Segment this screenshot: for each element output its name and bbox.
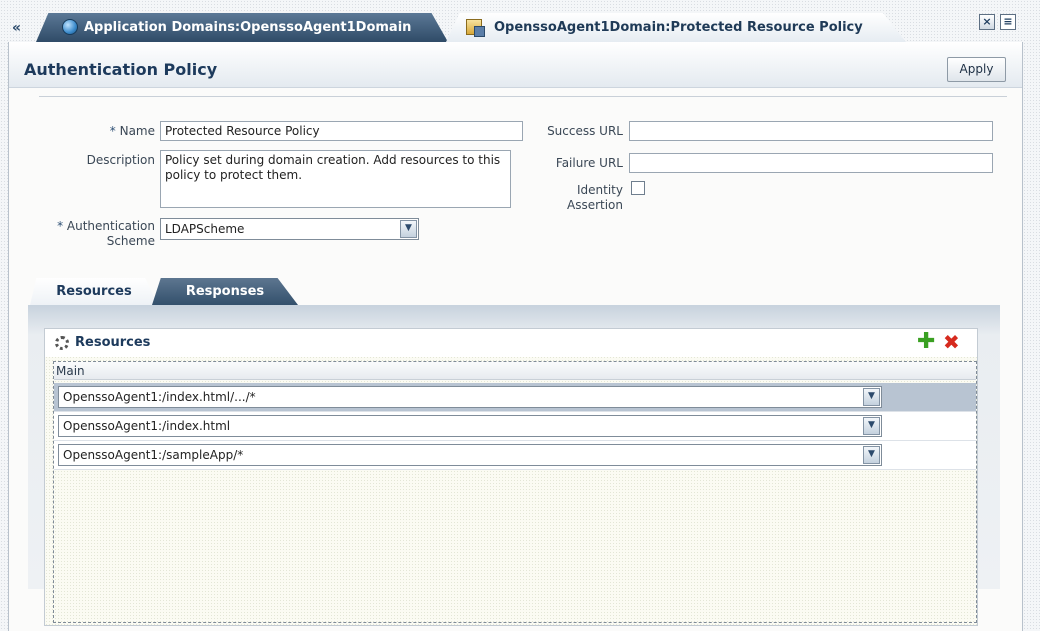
apply-button[interactable]: Apply xyxy=(947,57,1006,82)
tab-protected-resource-policy[interactable]: OpenssoAgent1Domain:Protected Resource P… xyxy=(446,13,906,42)
resource-select[interactable]: OpenssoAgent1:/index.html/.../* ▼ xyxy=(58,386,882,408)
resources-section: Resources ✚ ✖ Main OpenssoAgent1:/index.… xyxy=(44,328,978,626)
globe-icon xyxy=(62,19,78,35)
delete-icon[interactable]: ✖ xyxy=(943,331,960,353)
auth-scheme-label-line2: Scheme xyxy=(106,234,155,248)
name-field[interactable]: Protected Resource Policy xyxy=(160,121,523,141)
resources-title-bar: Resources ✚ ✖ xyxy=(45,329,977,357)
column-header-main[interactable]: Main xyxy=(54,362,976,380)
table-row[interactable]: OpenssoAgent1:/index.html/.../* ▼ xyxy=(54,383,976,412)
divider xyxy=(39,96,1007,97)
success-url-field[interactable] xyxy=(629,121,993,141)
resource-value: OpenssoAgent1:/index.html xyxy=(63,419,231,433)
collapse-panel-icon[interactable]: « xyxy=(12,20,21,36)
tab-strip: « Application Domains:OpenssoAgent1Domai… xyxy=(0,0,1040,42)
resource-select[interactable]: OpenssoAgent1:/sampleApp/* ▼ xyxy=(58,444,882,466)
resources-title: Resources xyxy=(75,335,151,350)
chevron-down-icon: ▼ xyxy=(863,446,880,464)
close-tab-icon[interactable]: × xyxy=(979,14,995,30)
required-marker: * xyxy=(109,124,116,138)
identity-assertion-checkbox[interactable] xyxy=(631,181,645,195)
policy-icon xyxy=(466,19,485,37)
description-label: Description xyxy=(86,153,155,167)
chevron-down-icon: ▼ xyxy=(863,417,880,435)
auth-scheme-value: LDAPScheme xyxy=(165,222,245,236)
chevron-down-icon: ▼ xyxy=(400,220,417,238)
resource-value: OpenssoAgent1:/sampleApp/* xyxy=(63,448,244,462)
name-label-text: Name xyxy=(119,124,155,138)
table-row[interactable]: OpenssoAgent1:/index.html ▼ xyxy=(54,412,976,441)
resource-select[interactable]: OpenssoAgent1:/index.html ▼ xyxy=(58,415,882,437)
tab-resources[interactable]: Resources xyxy=(30,278,158,305)
tab-application-domain-label: Application Domains:OpenssoAgent1Domain xyxy=(84,20,412,35)
identity-assertion-label-line2: Assertion xyxy=(566,198,623,212)
tab-protected-resource-policy-label: OpenssoAgent1Domain:Protected Resource P… xyxy=(494,20,863,35)
document-list-icon[interactable]: ≡ xyxy=(1000,14,1016,30)
resource-value: OpenssoAgent1:/index.html/.../* xyxy=(63,390,256,404)
identity-assertion-label-line1: Identity xyxy=(577,183,623,197)
identity-assertion-label: Identity Assertion xyxy=(519,183,623,213)
auth-scheme-select[interactable]: LDAPScheme ▼ xyxy=(160,218,419,240)
success-url-label: Success URL xyxy=(547,124,623,138)
add-icon[interactable]: ✚ xyxy=(917,331,935,353)
description-field[interactable]: Policy set during domain creation. Add r… xyxy=(160,150,511,208)
auth-scheme-label-line1: Authentication xyxy=(66,219,155,233)
required-marker: * xyxy=(57,219,64,233)
tab-responses[interactable]: Responses xyxy=(152,278,298,305)
chevron-down-icon: ▼ xyxy=(863,388,880,406)
panel-header: Authentication Policy Apply xyxy=(9,42,1022,88)
table-row[interactable]: OpenssoAgent1:/sampleApp/* ▼ xyxy=(54,441,976,470)
resources-table: Main OpenssoAgent1:/index.html/.../* ▼ O… xyxy=(53,361,977,623)
gear-icon xyxy=(55,336,69,350)
auth-scheme-label: * Authentication Scheme xyxy=(39,219,155,249)
page-title: Authentication Policy xyxy=(24,60,218,79)
failure-url-field[interactable] xyxy=(629,153,993,173)
tab-application-domain[interactable]: Application Domains:OpenssoAgent1Domain xyxy=(36,13,448,42)
failure-url-label: Failure URL xyxy=(555,156,623,170)
name-label: * Name xyxy=(69,124,155,139)
